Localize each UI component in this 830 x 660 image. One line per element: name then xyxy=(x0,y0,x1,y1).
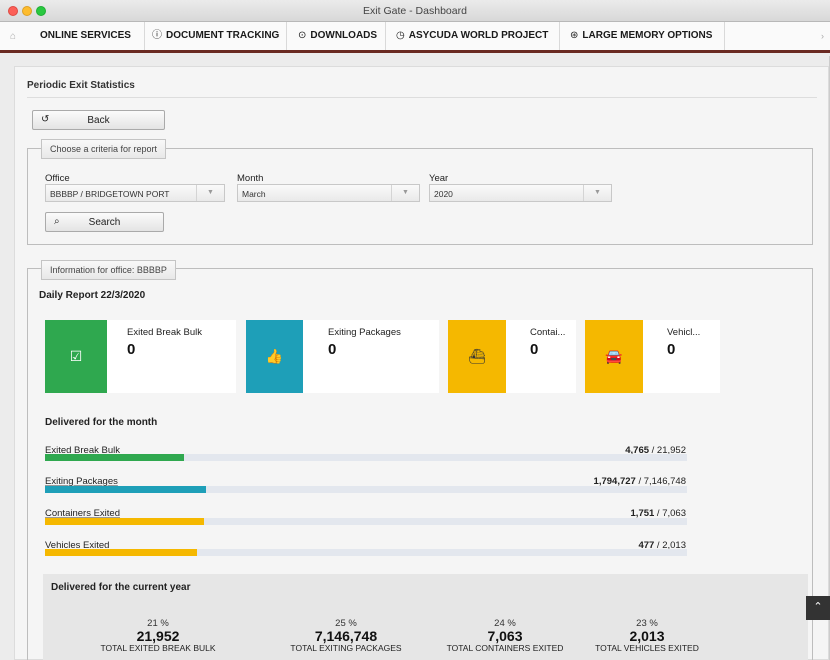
month-section-title: Delivered for the month xyxy=(45,417,158,428)
card-title: Contai... xyxy=(530,327,566,338)
card-exited-break-bulk: ☑ Exited Break Bulk 0 xyxy=(45,320,236,393)
year-select-value: 2020 xyxy=(434,189,453,199)
thumbs-up-icon: 👍 xyxy=(246,320,303,393)
year-stat-value: 7,146,748 xyxy=(314,628,378,644)
nav-downloads[interactable]: ⊙ DOWNLOADS xyxy=(298,22,386,50)
year-stat: 25 % 7,146,748 TOTAL EXITING PACKAGES xyxy=(261,618,431,653)
card-containers: ⛴ Contai... 0 xyxy=(448,320,576,393)
scroll-to-top-button[interactable]: ⌃ xyxy=(806,596,830,620)
info-icon: ⓘ xyxy=(152,30,162,41)
ship-icon: ⛴ xyxy=(448,320,506,393)
chevron-down-icon: ▼ xyxy=(583,185,611,201)
home-icon[interactable]: ⌂ xyxy=(10,31,16,42)
progress-bar xyxy=(45,486,687,493)
year-stat: 23 % 2,013 TOTAL VEHICLES EXITED xyxy=(562,618,732,653)
car-icon: 🚘 xyxy=(585,320,643,393)
progress-fill xyxy=(45,486,207,493)
main-panel: Periodic Exit Statistics ↺ Back Choose a… xyxy=(14,66,829,660)
card-value: 0 xyxy=(667,341,676,358)
progress-bar xyxy=(45,518,687,525)
month-select-value: March xyxy=(242,189,266,199)
nav-label: ONLINE SERVICES xyxy=(40,30,131,41)
nav-label: LARGE MEMORY OPTIONS xyxy=(582,30,713,41)
daily-report-title: Daily Report 22/3/2020 xyxy=(39,290,146,301)
year-select[interactable]: 2020 ▼ xyxy=(429,184,612,202)
chevron-up-icon: ⌃ xyxy=(813,601,823,613)
progress-bar xyxy=(45,454,687,461)
year-stat-value: 2,013 xyxy=(629,628,665,644)
card-title: Exited Break Bulk xyxy=(127,327,202,338)
progress-fill xyxy=(45,549,198,556)
card-title: Exiting Packages xyxy=(328,327,401,338)
search-button-label: Search xyxy=(88,217,121,228)
title-divider xyxy=(27,97,817,98)
year-stat-value: 21,952 xyxy=(136,628,180,644)
year-summary-box: Delivered for the current year 21 % 21,9… xyxy=(43,574,808,660)
top-navbar: ⌂ ONLINE SERVICES ⓘ DOCUMENT TRACKING ⊙ DO… xyxy=(0,22,830,53)
nav-asycuda-world-project[interactable]: ◷ ASYCUDA WORLD PROJECT xyxy=(396,22,560,50)
window-title: Exit Gate - Dashboard xyxy=(363,5,467,17)
year-section-title: Delivered for the current year xyxy=(51,582,191,593)
card-value: 0 xyxy=(127,341,136,358)
back-button-label: Back xyxy=(87,115,110,126)
year-stat-label: TOTAL EXITING PACKAGES xyxy=(290,643,402,653)
office-select[interactable]: BBBBP / BRIDGETOWN PORT ▼ xyxy=(45,184,225,202)
card-title: Vehicl... xyxy=(667,327,701,338)
nav-document-tracking[interactable]: ⓘ DOCUMENT TRACKING xyxy=(152,22,287,50)
nav-online-services[interactable]: ONLINE SERVICES xyxy=(40,22,145,50)
info-legend: Information for office: BBBBP xyxy=(41,260,176,280)
check-square-icon: ☑ xyxy=(45,320,107,393)
month-select[interactable]: March ▼ xyxy=(237,184,420,202)
year-stat-label: TOTAL EXITED BREAK BULK xyxy=(100,643,216,653)
page-title: Periodic Exit Statistics xyxy=(27,80,135,91)
clock-icon: ◷ xyxy=(396,30,405,41)
download-icon: ⊙ xyxy=(298,30,307,41)
year-stat: 21 % 21,952 TOTAL EXITED BREAK BULK xyxy=(73,618,243,653)
progress-fill xyxy=(45,454,185,461)
chevron-down-icon: ▼ xyxy=(391,185,419,201)
nav-label: DOCUMENT TRACKING xyxy=(166,30,280,41)
progress-bar xyxy=(45,549,687,556)
nav-label: DOWNLOADS xyxy=(310,30,378,41)
year-label: Year xyxy=(429,173,449,184)
card-vehicles: 🚘 Vehicl... 0 xyxy=(585,320,720,393)
office-select-value: BBBBP / BRIDGETOWN PORT xyxy=(50,189,170,199)
nav-more-icon[interactable]: › xyxy=(821,31,824,41)
search-button[interactable]: ⌕ Search xyxy=(45,212,164,232)
back-button[interactable]: ↺ Back xyxy=(32,110,165,130)
card-exiting-packages: 👍 Exiting Packages 0 xyxy=(246,320,439,393)
criteria-legend: Choose a criteria for report xyxy=(41,139,167,159)
dashboard-icon: ⊛ xyxy=(570,30,579,41)
year-stat-label: TOTAL VEHICLES EXITED xyxy=(595,643,699,653)
month-label: Month xyxy=(237,173,264,184)
card-value: 0 xyxy=(530,341,539,358)
nav-label: ASYCUDA WORLD PROJECT xyxy=(408,30,549,41)
window-titlebar: Exit Gate - Dashboard xyxy=(0,0,830,22)
card-value: 0 xyxy=(328,341,337,358)
nav-large-memory-options[interactable]: ⊛ LARGE MEMORY OPTIONS xyxy=(570,22,725,50)
chevron-down-icon: ▼ xyxy=(196,185,224,201)
office-label: Office xyxy=(45,173,70,184)
progress-fill xyxy=(45,518,205,525)
